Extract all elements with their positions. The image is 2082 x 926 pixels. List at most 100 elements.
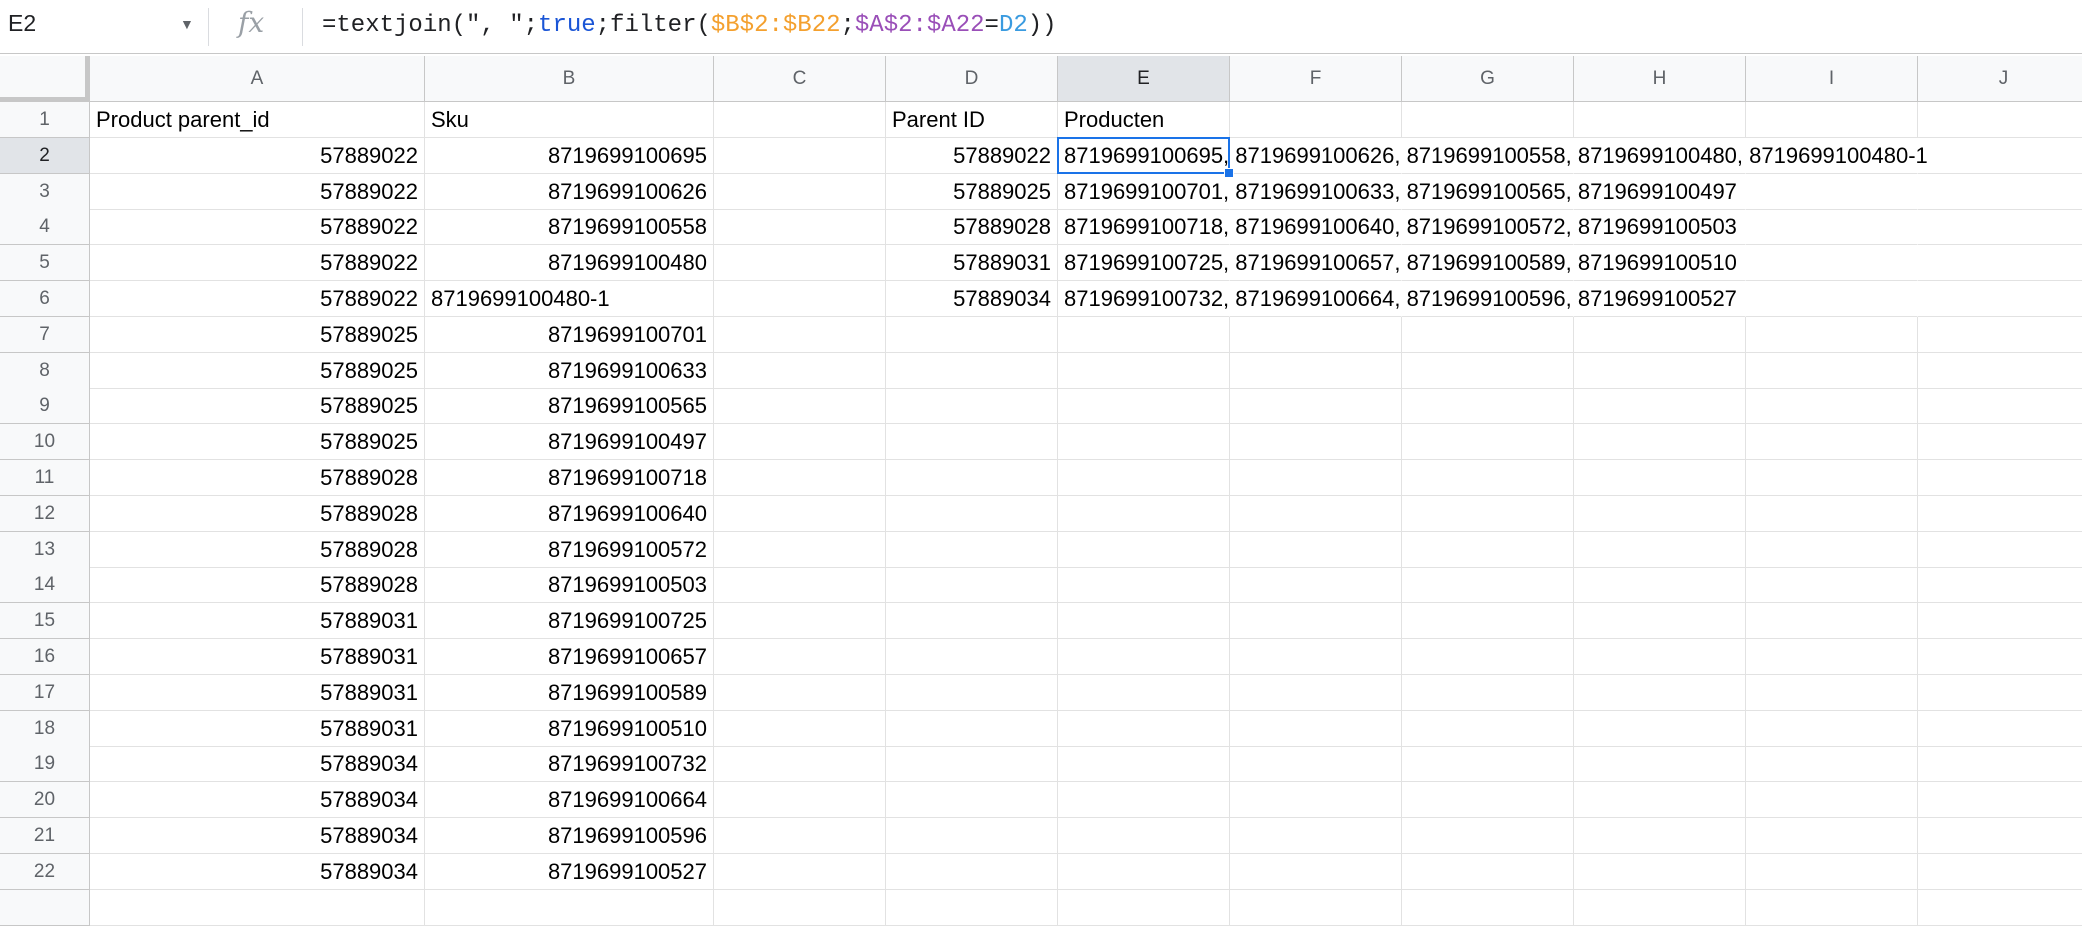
cell[interactable] — [1230, 460, 1402, 496]
cell[interactable] — [714, 245, 886, 282]
cell[interactable] — [1402, 818, 1574, 854]
row-header[interactable]: 16 — [0, 639, 90, 675]
row-header[interactable]: 18 — [0, 710, 90, 747]
cell[interactable] — [1574, 424, 1746, 461]
cell[interactable] — [1058, 531, 1230, 568]
cell[interactable] — [714, 567, 886, 604]
cell[interactable] — [1918, 567, 2082, 604]
cell[interactable] — [1746, 710, 1918, 747]
cell[interactable] — [1918, 138, 2082, 174]
sku-cell[interactable]: 8719699100503 — [425, 567, 714, 604]
cell[interactable] — [1918, 603, 2082, 640]
parent-id-cell[interactable]: 57889034 — [90, 746, 425, 783]
cell[interactable] — [886, 460, 1058, 496]
cell[interactable] — [714, 674, 886, 711]
row-header[interactable]: 17 — [0, 674, 90, 711]
sku-cell[interactable]: 8719699100480-1 — [425, 281, 714, 317]
row-header[interactable]: 4 — [0, 209, 90, 246]
cell[interactable] — [1402, 567, 1574, 604]
cell[interactable] — [1918, 854, 2082, 890]
cell[interactable] — [1058, 639, 1230, 675]
cell[interactable] — [1746, 603, 1918, 640]
column-header-a[interactable]: A — [90, 56, 425, 102]
column-header-h[interactable]: H — [1574, 56, 1746, 102]
cell[interactable] — [1918, 353, 2082, 389]
cell[interactable] — [714, 818, 886, 854]
cell[interactable] — [1574, 567, 1746, 604]
cell[interactable] — [1230, 746, 1402, 783]
cell[interactable] — [714, 710, 886, 747]
summary-parent-id-cell[interactable]: 57889031 — [886, 245, 1058, 282]
sku-cell[interactable]: 8719699100732 — [425, 746, 714, 783]
parent-id-cell[interactable]: 57889022 — [90, 137, 425, 174]
cell[interactable] — [1918, 782, 2082, 819]
parent-id-cell[interactable]: 57889022 — [90, 245, 425, 282]
row-header[interactable]: 22 — [0, 853, 90, 890]
row-header[interactable]: 12 — [0, 495, 90, 532]
cell[interactable] — [1230, 352, 1402, 389]
cell[interactable] — [886, 531, 1058, 568]
column-header-j[interactable]: J — [1918, 56, 2082, 102]
cell[interactable] — [714, 853, 886, 890]
cell[interactable] — [1746, 316, 1918, 353]
parent-id-cell[interactable]: 57889025 — [90, 316, 425, 353]
cell[interactable] — [1918, 675, 2082, 711]
row-header[interactable]: 20 — [0, 782, 90, 819]
cell[interactable] — [1918, 102, 2082, 138]
cell[interactable] — [1746, 746, 1918, 783]
cell[interactable] — [1230, 424, 1402, 461]
cell[interactable] — [1230, 818, 1402, 854]
cell[interactable] — [1574, 710, 1746, 747]
cell[interactable] — [714, 460, 886, 496]
sku-cell[interactable]: 8719699100596 — [425, 818, 714, 854]
row-header[interactable]: 1 — [0, 102, 90, 138]
cell[interactable] — [1918, 388, 2082, 425]
cell[interactable] — [1058, 889, 1230, 926]
cell[interactable] — [886, 603, 1058, 640]
cell[interactable] — [1058, 674, 1230, 711]
cell[interactable] — [886, 567, 1058, 604]
select-all-corner[interactable] — [0, 56, 90, 102]
cell[interactable] — [1058, 388, 1230, 425]
row-header[interactable]: 3 — [0, 173, 90, 210]
column-header-i[interactable]: I — [1746, 56, 1918, 102]
cell[interactable] — [1402, 782, 1574, 819]
cell[interactable] — [1746, 639, 1918, 675]
sku-cell[interactable]: 8719699100725 — [425, 603, 714, 640]
parent-id-cell[interactable]: 57889028 — [90, 495, 425, 532]
cell[interactable] — [714, 209, 886, 246]
cell[interactable] — [1402, 352, 1574, 389]
cell[interactable] — [1230, 639, 1402, 675]
cell[interactable] — [1746, 531, 1918, 568]
cell[interactable] — [1918, 245, 2082, 282]
parent-id-cell[interactable]: 57889022 — [90, 173, 425, 210]
cell[interactable] — [1746, 853, 1918, 890]
cell[interactable] — [714, 352, 886, 389]
cell[interactable] — [1402, 102, 1574, 138]
cell[interactable] — [1918, 818, 2082, 854]
cell[interactable] — [1574, 460, 1746, 496]
cell[interactable] — [886, 782, 1058, 819]
cell[interactable] — [886, 639, 1058, 675]
sku-cell[interactable]: 8719699100572 — [425, 531, 714, 568]
cell[interactable] — [1230, 316, 1402, 353]
cell[interactable] — [1574, 603, 1746, 640]
sku-cell[interactable]: 8719699100497 — [425, 424, 714, 461]
cell[interactable] — [714, 424, 886, 461]
cell[interactable] — [1574, 889, 1746, 926]
parent-id-cell[interactable]: 57889022 — [90, 209, 425, 246]
row-header[interactable]: 8 — [0, 352, 90, 389]
cell[interactable] — [714, 495, 886, 532]
parent-id-cell[interactable]: 57889034 — [90, 782, 425, 819]
cell[interactable] — [1746, 674, 1918, 711]
cell[interactable] — [886, 674, 1058, 711]
column-header-d[interactable]: D — [886, 56, 1058, 102]
cell[interactable] — [1574, 495, 1746, 532]
column-header-b[interactable]: B — [425, 56, 714, 102]
cell[interactable] — [1402, 639, 1574, 675]
cell[interactable] — [1574, 531, 1746, 568]
row-header[interactable]: 7 — [0, 316, 90, 353]
header-cell-e[interactable]: Producten — [1058, 102, 1230, 138]
header-cell-b[interactable]: Sku — [425, 102, 714, 138]
parent-id-cell[interactable]: 57889025 — [90, 352, 425, 389]
